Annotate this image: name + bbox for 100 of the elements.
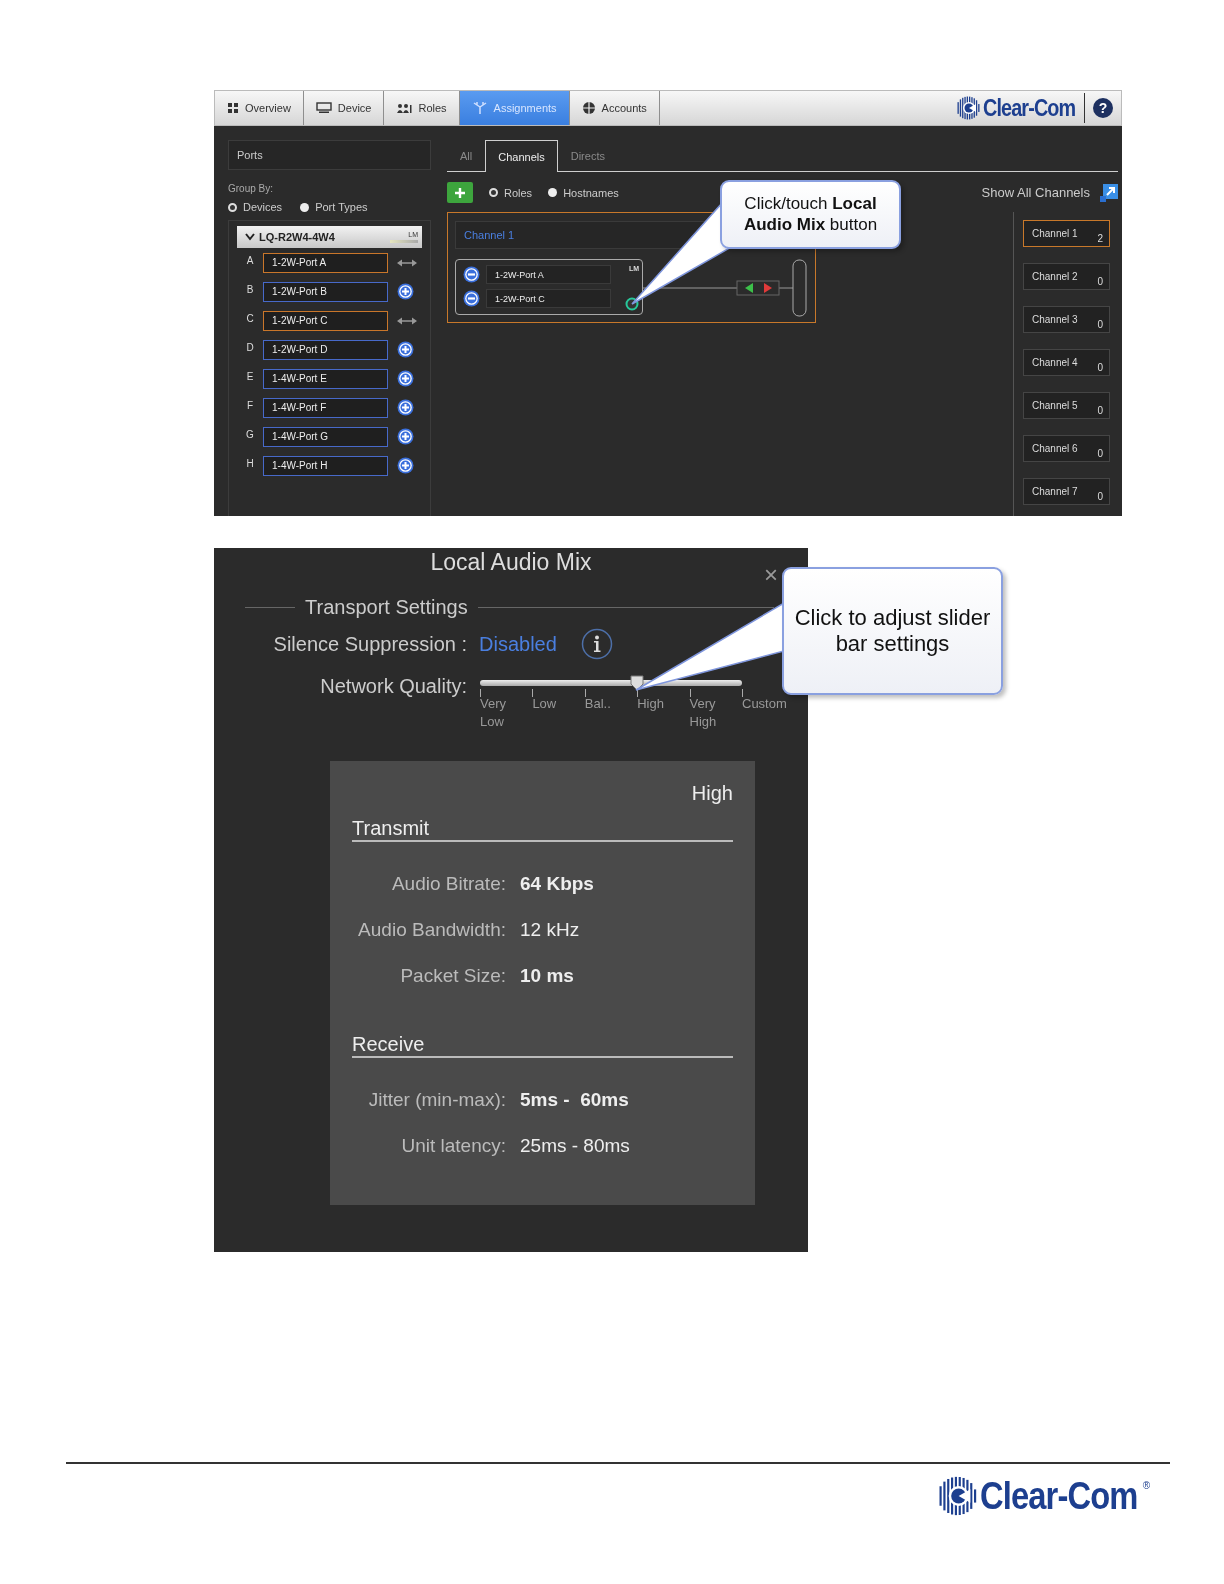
grid-icon	[227, 102, 239, 114]
channel-name: Channel 4	[1032, 357, 1078, 368]
callout-bubble: Click/touch Local Audio Mix button	[720, 180, 901, 249]
antenna-icon	[471, 101, 488, 115]
channel-name: Channel 5	[1032, 400, 1078, 411]
tick-label: Low	[532, 695, 558, 713]
logo-icon	[955, 96, 980, 120]
dialog-title: Local Audio Mix	[430, 548, 592, 576]
tick-label: Very Low	[480, 695, 507, 731]
field-value: 5ms - 60ms	[520, 1088, 629, 1112]
port-field[interactable]: 1-4W-Port E	[263, 368, 388, 389]
tick-label: Custom	[742, 695, 788, 713]
channel-count: 2	[1097, 233, 1103, 244]
field-label: Silence Suppression :	[272, 632, 467, 656]
port-field[interactable]: 1-4W-Port H	[263, 455, 388, 476]
logo-text: Clear-Com	[982, 96, 1075, 120]
channel-count: 0	[1097, 405, 1103, 416]
channel-count: 0	[1097, 362, 1103, 373]
radio-option[interactable]: Hostnames	[548, 186, 619, 199]
channel-item[interactable]: Channel 7 0	[1023, 478, 1110, 505]
channel-item[interactable]: Channel 2 0	[1023, 263, 1110, 290]
expand-icon[interactable]	[1100, 183, 1118, 202]
port-letter: A	[245, 255, 255, 266]
globe-icon	[581, 101, 596, 115]
help-button[interactable]: ?	[1093, 98, 1113, 118]
people-icon	[396, 102, 413, 114]
section-title: Transport Settings	[305, 596, 468, 619]
tick-label: Bal..	[584, 695, 612, 713]
double-arrow-icon	[397, 315, 417, 326]
port-letter: H	[245, 458, 255, 469]
info-icon[interactable]	[580, 628, 613, 660]
logo-text: Clear-Com	[980, 1477, 1138, 1515]
channel-name: Channel 6	[1032, 443, 1078, 454]
port-letter: B	[245, 284, 255, 295]
field-label: Network Quality:	[319, 675, 467, 698]
view-tab[interactable]: Channels	[485, 140, 558, 172]
tick-label: High	[637, 695, 665, 713]
nav-tab[interactable]: Device	[303, 91, 385, 125]
field-label: Audio Bandwidth:	[357, 918, 506, 942]
registered-mark: ®	[1142, 1480, 1150, 1491]
remove-icon[interactable]	[463, 290, 480, 307]
monitor-icon	[315, 102, 332, 114]
add-icon[interactable]	[397, 399, 414, 416]
logo-icon	[937, 1476, 978, 1516]
channel-name: Channel 7	[1032, 486, 1078, 497]
radio-option[interactable]: Devices	[228, 201, 283, 213]
port-field[interactable]: 1-2W-Port C	[263, 310, 388, 331]
section-heading: Transmit	[352, 816, 733, 842]
double-arrow-icon	[397, 257, 417, 268]
slider-thumb[interactable]	[630, 675, 645, 691]
add-icon[interactable]	[397, 457, 414, 474]
port-letter: G	[245, 429, 255, 440]
group-by-label: Group By:	[228, 183, 275, 194]
channel-item[interactable]: Channel 6 0	[1023, 435, 1110, 462]
port-field[interactable]: 1-2W-Port A	[263, 252, 388, 273]
panel-title: Ports	[228, 140, 431, 170]
field-value: 12 kHz	[520, 918, 580, 942]
channel-name: Channel 1	[1032, 228, 1078, 239]
callout-bubble: Click to adjust slider bar settings	[782, 567, 1003, 695]
plus-icon	[455, 187, 465, 198]
channel-name: Channel 3	[1032, 314, 1078, 325]
nav-tab[interactable]: Accounts	[569, 91, 660, 125]
field-label: Jitter (min-max):	[367, 1088, 506, 1112]
channel-item[interactable]: Channel 4 0	[1023, 349, 1110, 376]
radio-option[interactable]: Port Types	[300, 201, 368, 213]
field-value: 64 Kbps	[520, 872, 594, 896]
channel-count: 0	[1097, 491, 1103, 502]
preset-label: High	[690, 781, 733, 805]
setting-link[interactable]: Disabled	[479, 632, 557, 656]
show-all-label: Show All Channels	[981, 185, 1090, 200]
channel-item[interactable]: Channel 5 0	[1023, 392, 1110, 419]
view-tab[interactable]: Directs	[557, 140, 618, 171]
add-icon[interactable]	[397, 428, 414, 445]
add-button[interactable]	[447, 182, 473, 203]
port-field[interactable]: 1-4W-Port G	[263, 426, 388, 447]
port-letter: D	[245, 342, 255, 353]
nav-tab[interactable]: Roles	[384, 91, 460, 125]
close-button[interactable]: ×	[764, 562, 778, 588]
channel-count: 0	[1097, 448, 1103, 459]
add-icon[interactable]	[397, 341, 414, 358]
tick-label: Very High	[689, 695, 718, 731]
port-field[interactable]: 1-2W-Port B	[263, 281, 388, 302]
member-field: 1-2W-Port C	[486, 289, 611, 308]
remove-icon[interactable]	[463, 266, 480, 283]
nav-tab[interactable]: Overview	[215, 91, 304, 125]
device-name: LQ-R2W4-4W4	[259, 231, 336, 243]
channel-item[interactable]: Channel 1 2	[1023, 220, 1110, 247]
add-icon[interactable]	[397, 283, 414, 300]
radio-option[interactable]: Roles	[489, 186, 533, 199]
port-field[interactable]: 1-2W-Port D	[263, 339, 388, 360]
view-tab[interactable]: All	[447, 140, 486, 171]
field-value: 25ms - 80ms	[520, 1134, 630, 1158]
add-icon[interactable]	[397, 370, 414, 387]
port-field[interactable]: 1-4W-Port F	[263, 397, 388, 418]
channel-item[interactable]: Channel 3 0	[1023, 306, 1110, 333]
member-field: 1-2W-Port A	[486, 265, 611, 284]
port-letter: E	[245, 371, 255, 382]
field-value: 10 ms	[520, 964, 574, 988]
channel-count: 0	[1097, 319, 1103, 330]
port-letter: F	[245, 400, 255, 411]
